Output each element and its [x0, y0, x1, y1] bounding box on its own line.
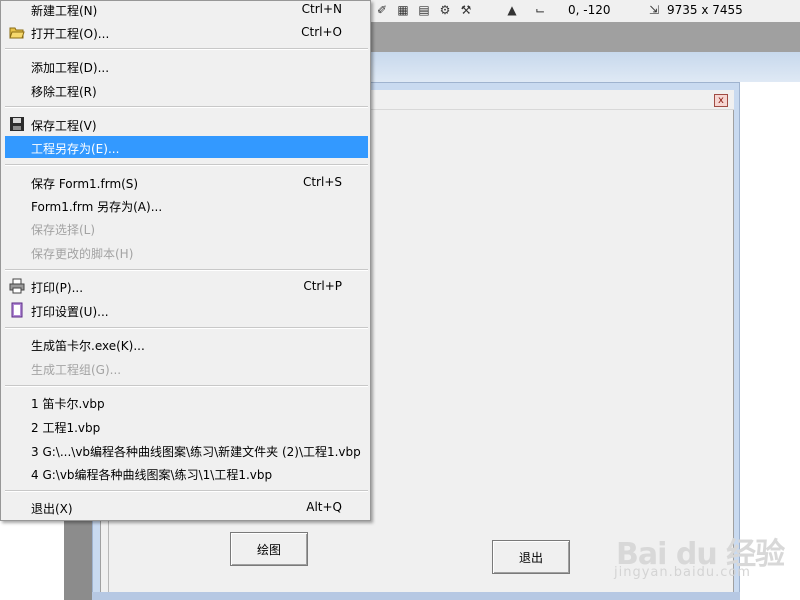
- menu-item-label: 4 G:\vb编程各种曲线图案\练习\1\工程1.vbp: [31, 468, 273, 482]
- menu-item-label: 2 工程1.vbp: [31, 421, 101, 435]
- menu-item-save-project[interactable]: 保存工程(V): [5, 113, 368, 135]
- menu-separator: [5, 327, 368, 329]
- menu-item-label: 退出(X): [31, 502, 73, 516]
- menu-item-recent-2[interactable]: 2 工程1.vbp: [5, 415, 368, 437]
- menu-item-label: 添加工程(D)...: [31, 61, 110, 75]
- menu-item-exit[interactable]: 退出(X) Alt+Q: [5, 496, 368, 518]
- menu-item-make-project-group: 生成工程组(G)...: [5, 357, 368, 379]
- menu-item-save-changed-script: 保存更改的脚本(H): [5, 241, 368, 263]
- menu-item-label: 保存 Form1.frm(S): [31, 177, 139, 191]
- menu-separator: [5, 106, 368, 108]
- menu-item-label: 打印(P)...: [31, 281, 84, 295]
- baidu-watermark: Bai du 经验 jingyan.baidu.com: [612, 515, 800, 600]
- menu-item-shortcut: Alt+Q: [306, 500, 342, 514]
- menu-item-label: 保存选择(L): [31, 223, 96, 237]
- menu-separator: [5, 164, 368, 166]
- menu-item-label: 打印设置(U)...: [31, 305, 109, 319]
- data-view-icon[interactable]: ▲: [504, 2, 520, 18]
- file-menu: 新建工程(N) Ctrl+N 打开工程(O)... Ctrl+O 添加工程(D)…: [0, 0, 371, 521]
- menu-item-remove-project[interactable]: 移除工程(R): [5, 79, 368, 101]
- menu-editor-icon[interactable]: ✐: [374, 2, 390, 18]
- size-readout: 9735 x 7455: [667, 3, 743, 17]
- properties-icon[interactable]: ▦: [395, 2, 411, 18]
- menu-item-recent-1[interactable]: 1 笛卡尔.vbp: [5, 391, 368, 413]
- menu-item-save-form-as[interactable]: Form1.frm 另存为(A)...: [5, 194, 368, 216]
- printer-icon: [9, 278, 25, 294]
- form-layout-icon[interactable]: ▤: [416, 2, 432, 18]
- floppy-disk-icon: [10, 117, 24, 131]
- menu-item-print[interactable]: 打印(P)... Ctrl+P: [5, 275, 368, 297]
- menu-item-add-project[interactable]: 添加工程(D)...: [5, 55, 368, 77]
- watermark-site: jingyan.baidu.com: [614, 565, 751, 580]
- exit-button[interactable]: 退出: [492, 540, 570, 574]
- menu-item-label: 生成工程组(G)...: [31, 363, 122, 377]
- menu-item-label: 打开工程(O)...: [31, 27, 110, 41]
- menu-item-print-setup[interactable]: 打印设置(U)...: [5, 299, 368, 321]
- menu-item-label: 保存更改的脚本(H): [31, 247, 134, 261]
- menu-item-save-project-as[interactable]: 工程另存为(E)...: [5, 136, 368, 158]
- open-folder-icon: [9, 27, 25, 39]
- form-close-button[interactable]: x: [714, 94, 728, 107]
- toolbox-icon[interactable]: ⚒: [458, 2, 474, 18]
- menu-item-label: 1 笛卡尔.vbp: [31, 397, 105, 411]
- menu-item-recent-3[interactable]: 3 G:\...\vb编程各种曲线图案\练习\新建文件夹 (2)\工程1.vbp: [5, 439, 368, 461]
- menu-item-recent-4[interactable]: 4 G:\vb编程各种曲线图案\练习\1\工程1.vbp: [5, 462, 368, 484]
- menu-item-save-selection: 保存选择(L): [5, 217, 368, 239]
- menu-item-save-form[interactable]: 保存 Form1.frm(S) Ctrl+S: [5, 171, 368, 193]
- position-readout: 0, -120: [568, 3, 611, 17]
- menu-item-label: 3 G:\...\vb编程各种曲线图案\练习\新建文件夹 (2)\工程1.vbp: [31, 445, 361, 459]
- menu-item-shortcut: Ctrl+S: [302, 175, 342, 189]
- print-setup-icon: [11, 302, 23, 318]
- menu-item-label: 保存工程(V): [31, 119, 97, 133]
- menu-item-label: 移除工程(R): [31, 85, 97, 99]
- menu-item-label: Form1.frm 另存为(A)...: [31, 200, 163, 214]
- menu-separator: [5, 269, 368, 271]
- menu-separator: [5, 48, 368, 50]
- menu-item-label: 工程另存为(E)...: [31, 142, 120, 156]
- menu-separator: [5, 385, 368, 387]
- menu-item-label: 新建工程(N): [31, 4, 98, 18]
- menu-item-open-project[interactable]: 打开工程(O)... Ctrl+O: [5, 21, 368, 43]
- menu-separator: [5, 490, 368, 492]
- size-icon: ⇲: [648, 3, 660, 17]
- position-icon: ⌙: [534, 3, 546, 17]
- object-browser-icon[interactable]: ⚙: [437, 2, 453, 18]
- menu-item-label: 生成笛卡尔.exe(K)...: [31, 339, 145, 353]
- menu-item-new-project[interactable]: 新建工程(N) Ctrl+N: [5, 0, 368, 20]
- draw-button[interactable]: 绘图: [230, 532, 308, 566]
- menu-item-shortcut: Ctrl+P: [303, 279, 342, 293]
- menu-item-shortcut: Ctrl+O: [301, 25, 342, 39]
- menu-item-shortcut: Ctrl+N: [301, 2, 342, 16]
- menu-item-make-exe[interactable]: 生成笛卡尔.exe(K)...: [5, 333, 368, 355]
